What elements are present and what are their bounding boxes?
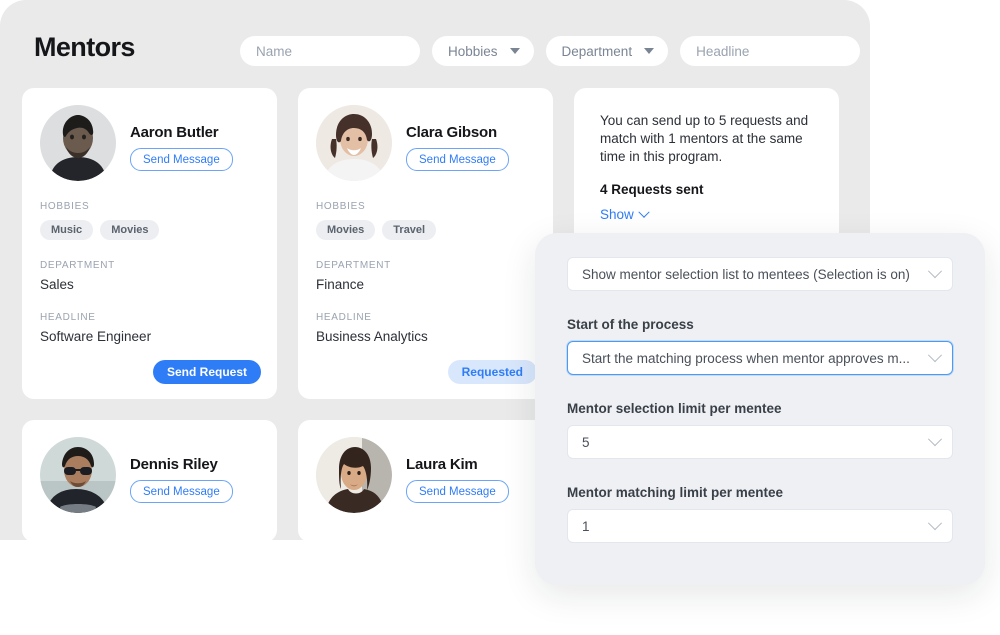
card-action: Send Request [152,360,261,384]
department-value: Finance [316,277,365,292]
person-meta: Clara Gibson Send Message [406,105,509,171]
headline-value: Business Analytics [316,329,428,344]
card-header: Laura Kim Send Message [316,437,535,513]
chevron-down-icon [927,432,943,447]
person-meta: Laura Kim Send Message [406,437,509,503]
mentor-name: Clara Gibson [406,124,497,141]
mentor-name: Laura Kim [406,456,478,473]
department-label: DEPARTMENT [40,260,115,271]
mentor-name: Aaron Butler [130,124,219,141]
avatar [40,437,116,513]
start-of-process-value: Start the matching process when mentor a… [582,350,910,366]
mentor-card-clara-gibson[interactable]: Clara Gibson Send Message HOBBIES Movies… [298,88,553,399]
selection-limit-dropdown[interactable]: 5 [567,425,953,459]
name-filter-placeholder: Name [256,43,293,59]
hobby-tag: Music [40,220,94,240]
hobby-tag: Travel [382,220,437,240]
card-header: Dennis Riley Send Message [40,437,259,513]
hobby-tag: Movies [100,220,160,240]
start-of-process-label: Start of the process [567,317,694,332]
chevron-down-icon [927,264,943,279]
selection-visibility-value: Show mentor selection list to mentees (S… [582,266,910,282]
selection-visibility-dropdown[interactable]: Show mentor selection list to mentees (S… [567,257,953,291]
send-request-button[interactable]: Send Request [152,360,261,384]
hobby-tag: Movies [316,220,376,240]
selection-limit-label: Mentor selection limit per mentee [567,401,782,416]
avatar [316,105,392,181]
requests-info-card: You can send up to 5 requests and match … [574,88,839,248]
hobbies-label: HOBBIES [40,201,90,212]
mentor-card-aaron-butler[interactable]: Aaron Butler Send Message HOBBIES Music … [22,88,277,399]
hobbies-filter-label: Hobbies [448,43,498,59]
hobbies-tags: Music Movies [40,220,259,240]
screenshot-root: Mentors Name Hobbies Department Headline [0,0,1000,635]
department-value: Sales [40,277,74,292]
card-header: Aaron Butler Send Message [40,105,259,181]
avatar [316,437,392,513]
mentor-card-dennis-riley[interactable]: Dennis Riley Send Message [22,420,277,540]
department-filter-select[interactable]: Department [545,36,669,66]
hobbies-filter-select[interactable]: Hobbies [432,36,534,66]
card-action: Requested [447,360,537,384]
program-settings-panel: Show mentor selection list to mentees (S… [535,233,985,585]
show-link-label: Show [600,207,634,222]
matching-limit-dropdown[interactable]: 1 [567,509,953,543]
search-input-name[interactable]: Name [240,36,420,66]
mentor-name: Dennis Riley [130,456,218,473]
person-meta: Aaron Butler Send Message [130,105,233,171]
send-message-button[interactable]: Send Message [130,480,233,503]
headline-value: Software Engineer [40,329,152,344]
person-meta: Dennis Riley Send Message [130,437,233,503]
hobbies-label: HOBBIES [316,201,366,212]
start-of-process-dropdown[interactable]: Start the matching process when mentor a… [567,341,953,375]
page-title: Mentors [34,32,135,62]
search-input-headline[interactable]: Headline [680,36,861,66]
headline-filter-placeholder: Headline [696,43,750,59]
department-filter-label: Department [561,43,633,59]
chevron-down-icon [509,48,520,54]
avatar [40,105,116,181]
mentor-card-laura-kim[interactable]: Laura Kim Send Message [298,420,553,540]
department-label: DEPARTMENT [316,260,391,271]
panel-header: Mentors Name Hobbies Department Headline [0,0,870,88]
chevron-down-icon [927,348,943,363]
send-message-button[interactable]: Send Message [406,480,509,503]
send-message-button[interactable]: Send Message [406,148,509,171]
hobbies-tags: Movies Travel [316,220,535,240]
card-header: Clara Gibson Send Message [316,105,535,181]
filter-bar: Name Hobbies Department Headline [240,36,861,66]
matching-limit-value: 1 [582,518,590,534]
send-message-button[interactable]: Send Message [130,148,233,171]
matching-limit-label: Mentor matching limit per mentee [567,485,784,500]
requests-sent-count: 4 Requests sent [600,182,704,197]
show-requests-link[interactable]: Show [600,206,650,222]
chevron-down-icon [638,206,650,218]
chevron-down-icon [927,516,943,531]
headline-label: HEADLINE [316,312,372,323]
headline-label: HEADLINE [40,312,96,323]
chevron-down-icon [644,48,655,54]
selection-limit-value: 5 [582,434,590,450]
requests-info-text: You can send up to 5 requests and match … [600,113,809,164]
requested-badge: Requested [447,360,537,384]
